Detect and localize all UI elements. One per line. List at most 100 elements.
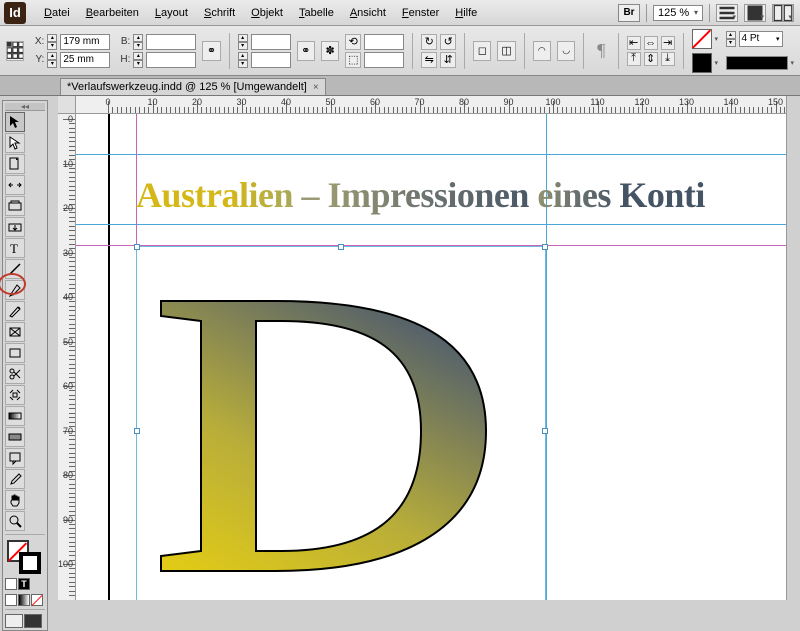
arrange-documents-icon[interactable]: [772, 4, 794, 22]
scale-x-input[interactable]: [251, 34, 291, 50]
menu-bearbeiten[interactable]: Bearbeiten: [78, 4, 147, 22]
page-tool[interactable]: [5, 154, 25, 174]
free-transform-tool[interactable]: [5, 385, 25, 405]
app-icon: Id: [4, 2, 26, 24]
shear-input[interactable]: [364, 52, 404, 68]
menu-bar: Id Datei Bearbeiten Layout Schrift Objek…: [0, 0, 800, 26]
reference-point-icon[interactable]: [6, 41, 24, 61]
direct-selection-tool[interactable]: [5, 133, 25, 153]
align-center-icon[interactable]: ⇔: [644, 36, 658, 50]
horizontal-ruler[interactable]: 0102030405060708090100110120130140150160: [76, 96, 800, 114]
menu-schrift[interactable]: Schrift: [196, 4, 243, 22]
paragraph-style-icon[interactable]: ¶: [592, 40, 609, 61]
link-wh-icon[interactable]: ⚭: [202, 41, 220, 61]
stroke-style-preview[interactable]: [726, 56, 788, 70]
headline-text[interactable]: Australien – Impressionen eines Konti: [136, 174, 705, 216]
x-input[interactable]: [60, 34, 110, 50]
panel-dock[interactable]: [786, 96, 800, 600]
menu-ansicht[interactable]: Ansicht: [342, 4, 394, 22]
apply-none-icon[interactable]: [5, 594, 17, 606]
headline-word-4: Konti: [619, 175, 705, 215]
menu-objekt[interactable]: Objekt: [243, 4, 291, 22]
content-placer-tool[interactable]: [5, 217, 25, 237]
svg-text:T: T: [10, 241, 18, 255]
align-top-icon[interactable]: ⤒: [627, 52, 641, 66]
w-label: B:: [116, 36, 130, 47]
zoom-level[interactable]: 125 %: [653, 5, 703, 21]
scale-y-input[interactable]: [251, 52, 291, 68]
link-scale-icon[interactable]: ⚭: [297, 41, 315, 61]
bug-icon[interactable]: ✽: [321, 41, 339, 61]
h-input[interactable]: [146, 52, 196, 68]
close-icon[interactable]: ×: [313, 82, 319, 93]
view-options-icon[interactable]: [716, 4, 738, 22]
corner-options-icon[interactable]: ◠: [533, 41, 551, 61]
menu-hilfe[interactable]: Hilfe: [447, 4, 485, 22]
y-input[interactable]: [60, 52, 110, 68]
select-container-icon[interactable]: ◻: [473, 41, 491, 61]
headline-word-2: Impressionen: [328, 175, 529, 215]
rotate-icon[interactable]: ⟲: [345, 34, 361, 50]
ruler-origin[interactable]: [58, 96, 76, 114]
control-bar: X:▴▾ Y:▴▾ B:▴▾ H:▴▾ ⚭ ▴▾ ▴▾ ⚭ ✽ ⟲ ⬚ ↻↺ ⇋…: [0, 26, 800, 76]
y-label: Y:: [30, 54, 44, 65]
zoom-tool[interactable]: [5, 511, 25, 531]
scissors-tool[interactable]: [5, 364, 25, 384]
corner-radius-icon[interactable]: ◡: [557, 41, 575, 61]
view-mode-preview-icon[interactable]: [24, 614, 42, 628]
menu-tabelle[interactable]: Tabelle: [291, 4, 342, 22]
stroke-proxy[interactable]: [19, 552, 41, 574]
pencil-tool[interactable]: [5, 301, 25, 321]
shear-icon[interactable]: ⬚: [345, 52, 361, 68]
menu-fenster[interactable]: Fenster: [394, 4, 447, 22]
guide-horizontal[interactable]: [76, 154, 800, 155]
selection-tool[interactable]: [5, 112, 25, 132]
drop-cap-letter[interactable]: [146, 266, 516, 596]
rectangle-frame-tool[interactable]: [5, 322, 25, 342]
type-tool[interactable]: T: [5, 238, 25, 258]
document-tab[interactable]: *Verlaufswerkzeug.indd @ 125 % [Umgewand…: [60, 78, 326, 95]
apply-gradient-icon[interactable]: [18, 594, 30, 606]
vertical-ruler[interactable]: 0102030405060708090100110: [58, 114, 76, 600]
workspace: 0102030405060708090100110120130140150160…: [58, 96, 800, 600]
bridge-button[interactable]: Br: [618, 4, 640, 22]
view-mode-normal-icon[interactable]: [5, 614, 23, 628]
w-input[interactable]: [146, 34, 196, 50]
fill-stroke-proxy[interactable]: [5, 540, 45, 576]
gradient-swatch-tool[interactable]: [5, 406, 25, 426]
rotate-ccw-icon[interactable]: ↺: [440, 34, 456, 50]
document-tab-bar: *Verlaufswerkzeug.indd @ 125 % [Umgewand…: [0, 76, 800, 96]
line-tool[interactable]: [5, 259, 25, 279]
guide-horizontal[interactable]: [76, 224, 800, 225]
align-middle-icon[interactable]: ⇕: [644, 52, 658, 66]
align-bottom-icon[interactable]: ⤓: [661, 52, 675, 66]
apply-last-color-icon[interactable]: [31, 594, 43, 606]
stroke-swatch[interactable]: [692, 53, 712, 73]
flip-h-icon[interactable]: ⇋: [421, 52, 437, 68]
hand-tool[interactable]: [5, 490, 25, 510]
menu-layout[interactable]: Layout: [147, 4, 196, 22]
select-content-icon[interactable]: ◫: [497, 41, 515, 61]
gap-tool[interactable]: [5, 175, 25, 195]
flip-v-icon[interactable]: ⇵: [440, 52, 456, 68]
headline-word-1: Australien: [136, 175, 293, 215]
apply-color-container-icon[interactable]: [5, 578, 17, 590]
rotate-cw-icon[interactable]: ↻: [421, 34, 437, 50]
h-label: H:: [116, 54, 130, 65]
note-tool[interactable]: [5, 448, 25, 468]
stroke-weight-input[interactable]: 4 Pt: [739, 31, 783, 47]
gradient-feather-tool[interactable]: [5, 427, 25, 447]
align-right-icon[interactable]: ⇥: [661, 36, 675, 50]
fill-swatch[interactable]: [692, 29, 712, 49]
screen-mode-icon[interactable]: [744, 4, 766, 22]
panel-grip[interactable]: ◂◂: [5, 103, 45, 111]
document-canvas[interactable]: Australien – Impressionen eines Konti: [76, 114, 800, 600]
rotate-input[interactable]: [364, 34, 404, 50]
apply-color-text-icon[interactable]: T: [18, 578, 30, 590]
rectangle-tool[interactable]: [5, 343, 25, 363]
eyedropper-tool[interactable]: [5, 469, 25, 489]
align-left-icon[interactable]: ⇤: [627, 36, 641, 50]
pen-tool[interactable]: [5, 280, 25, 300]
content-collector-tool[interactable]: [5, 196, 25, 216]
menu-datei[interactable]: Datei: [36, 4, 78, 22]
